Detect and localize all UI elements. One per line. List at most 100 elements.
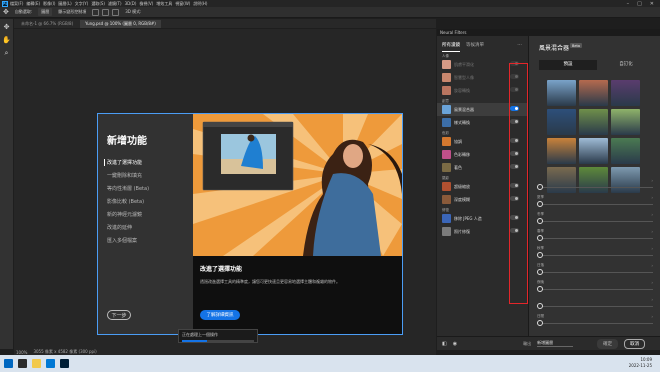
slider-knob[interactable] [537, 201, 543, 207]
landscape-preset-5[interactable] [611, 109, 640, 135]
landscape-slider[interactable]: 夜晚 › [537, 280, 653, 292]
chevron-right-icon[interactable]: › [651, 195, 653, 200]
nav-item-compare[interactable]: 影像比較 (Beta) [107, 198, 193, 205]
filter-toggle[interactable] [510, 151, 519, 156]
close-icon[interactable]: ✕ [650, 1, 654, 7]
landscape-preset-1[interactable] [579, 80, 608, 106]
auto-select-dropdown[interactable]: 圖層 [38, 8, 53, 16]
zoom-icon[interactable]: ⌕ [3, 49, 11, 57]
menu-item-4[interactable]: 文字(Y) [75, 1, 89, 7]
edge-icon[interactable] [46, 359, 55, 368]
landscape-slider[interactable]: 日落 › [537, 263, 653, 275]
next-button[interactable]: 下一步 [107, 310, 131, 320]
landscape-preset-6[interactable] [547, 138, 576, 164]
cancel-button[interactable]: 取消 [624, 338, 646, 349]
filter-toggle[interactable] [510, 138, 519, 143]
align-left-icon[interactable] [92, 8, 100, 16]
slider-track[interactable] [541, 187, 653, 188]
filter-row[interactable]: 著色 [437, 161, 528, 174]
slider-track[interactable] [541, 306, 653, 307]
filter-toggle[interactable] [510, 228, 519, 233]
filter-row[interactable]: 智慧型人像 [437, 71, 528, 84]
landscape-slider[interactable]: › [537, 178, 653, 190]
menu-item-2[interactable]: 影像(I) [43, 1, 55, 7]
slider-track[interactable] [541, 323, 653, 324]
filter-row[interactable]: 協調 [437, 135, 528, 148]
show-transform-checkbox[interactable]: 顯示變形控制項 [55, 8, 89, 16]
filter-row[interactable]: 樣式轉換 [437, 116, 528, 129]
tab-presets[interactable]: 預設 [539, 60, 597, 70]
landscape-slider[interactable]: 秋季 › [537, 246, 653, 258]
menu-item-6[interactable]: 濾鏡(T) [108, 1, 122, 7]
menu-item-5[interactable]: 選取(S) [91, 1, 105, 7]
tab-custom[interactable]: 自訂化 [597, 60, 655, 70]
filter-toggle[interactable] [510, 74, 519, 79]
layer-icon[interactable]: ◉ [453, 341, 457, 347]
file-explorer-icon[interactable] [32, 359, 41, 368]
slider-knob[interactable] [537, 184, 543, 190]
move-tool-icon[interactable]: ✥ [3, 8, 9, 16]
slider-track[interactable] [541, 255, 653, 256]
filter-row[interactable]: 移除 JPEG 人造 [437, 212, 528, 225]
hand-icon[interactable]: ✋ [2, 36, 11, 44]
slider-knob[interactable] [537, 235, 543, 241]
nav-item-neural-filters[interactable]: 新的神經元濾鏡 [107, 211, 193, 218]
filter-toggle[interactable] [510, 196, 519, 201]
menu-item-8[interactable]: 檢視(V) [139, 1, 153, 7]
filter-toggle[interactable] [510, 61, 519, 66]
learn-more-button[interactable]: 了解詳細資訊 [200, 310, 240, 320]
compare-icon[interactable]: ◧ [442, 341, 447, 347]
landscape-preset-4[interactable] [579, 109, 608, 135]
align-center-icon[interactable] [102, 8, 110, 16]
nav-item-improved-selection[interactable]: 改進了選擇功能 [104, 159, 193, 166]
align-right-icon[interactable] [112, 8, 120, 16]
chevron-right-icon[interactable]: › [651, 212, 653, 217]
landscape-slider[interactable]: 冬季 › [537, 212, 653, 224]
chevron-right-icon[interactable]: › [651, 229, 653, 234]
chevron-right-icon[interactable]: › [651, 297, 653, 302]
slider-track[interactable] [541, 221, 653, 222]
filter-toggle[interactable] [510, 87, 519, 92]
filter-toggle[interactable] [510, 183, 519, 188]
maximize-icon[interactable]: □ [637, 1, 642, 7]
menu-item-10[interactable]: 視窗(W) [175, 1, 190, 7]
tab-all-filters[interactable]: 所有濾鏡 [442, 42, 460, 52]
landscape-preset-3[interactable] [547, 109, 576, 135]
landscape-slider[interactable]: 夏季 › [537, 195, 653, 207]
menu-item-9[interactable]: 增效工具 [156, 1, 172, 7]
move-icon[interactable]: ✥ [3, 23, 11, 31]
filter-row[interactable]: 色彩轉移 [437, 148, 528, 161]
ok-button[interactable]: 確定 [597, 338, 619, 349]
windows-start-icon[interactable] [4, 359, 13, 368]
slider-track[interactable] [541, 238, 653, 239]
menu-item-1[interactable]: 編輯(E) [26, 1, 40, 7]
landscape-preset-7[interactable] [579, 138, 608, 164]
nav-item-delete-fill[interactable]: 一鍵刪除和填充 [107, 172, 193, 179]
slider-knob[interactable] [537, 252, 543, 258]
slider-track[interactable] [541, 204, 653, 205]
filter-toggle[interactable] [510, 106, 519, 111]
landscape-slider[interactable]: 日間 › [537, 314, 653, 326]
filter-row[interactable]: 照片修復 [437, 225, 528, 238]
chevron-right-icon[interactable]: › [651, 178, 653, 183]
chevron-right-icon[interactable]: › [651, 263, 653, 268]
filter-row[interactable]: 超級縮放 [437, 180, 528, 193]
filter-row[interactable]: 肌膚平滑化 [437, 58, 528, 71]
nav-item-import[interactable]: 匯入多個檔案 [107, 237, 193, 244]
slider-knob[interactable] [537, 303, 543, 309]
landscape-slider[interactable]: 春季 › [537, 229, 653, 241]
chevron-right-icon[interactable]: › [651, 314, 653, 319]
landscape-preset-2[interactable] [611, 80, 640, 106]
slider-knob[interactable] [537, 286, 543, 292]
filter-row[interactable]: 妝容轉換 [437, 84, 528, 97]
more-options-icon[interactable]: ··· [517, 42, 522, 48]
chevron-right-icon[interactable]: › [651, 280, 653, 285]
slider-track[interactable] [541, 272, 653, 273]
filter-toggle[interactable] [510, 119, 519, 124]
landscape-slider[interactable]: › [537, 297, 653, 309]
slider-track[interactable] [541, 289, 653, 290]
search-icon[interactable] [18, 359, 27, 368]
system-clock[interactable]: 10:09 2022-11-25 [629, 357, 652, 369]
filter-toggle[interactable] [510, 164, 519, 169]
landscape-preset-0[interactable] [547, 80, 576, 106]
